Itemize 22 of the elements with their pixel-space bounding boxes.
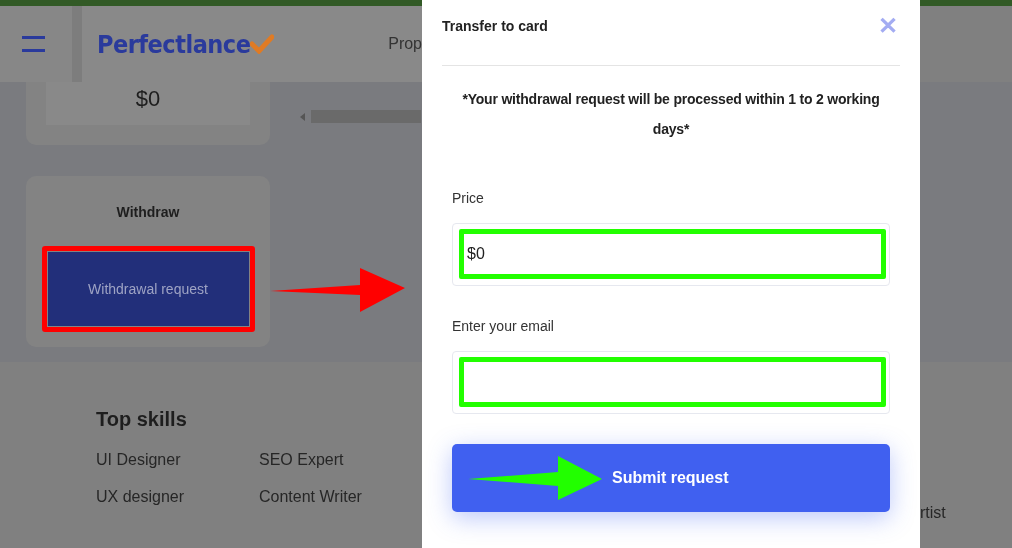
checkmark-icon	[250, 34, 275, 54]
nav-link[interactable]: Prop	[388, 35, 422, 53]
menu-icon[interactable]	[21, 36, 45, 52]
notice-text: *Your withdrawal request will be processed within 1 to 2 working days*	[461, 90, 881, 139]
balance-amount: $0	[135, 86, 161, 113]
logo[interactable]: Perfectlance	[97, 29, 251, 59]
card-title: Withdraw	[116, 204, 180, 220]
submit-button[interactable]: Submit request	[452, 444, 890, 512]
skill-link[interactable]: UX designer	[96, 488, 259, 506]
withdrawal-request-button[interactable]: Withdrawal request	[47, 252, 249, 326]
input-field[interactable]: $0	[452, 223, 890, 286]
skill-link[interactable]: rtist	[920, 504, 946, 521]
dialog-title: Transfer to card	[442, 17, 548, 34]
scroll-left-icon[interactable]	[300, 112, 305, 121]
skill-link[interactable]: UI Designer	[96, 451, 259, 469]
section-heading: Top skills	[96, 408, 188, 431]
field-label: Price	[452, 190, 485, 206]
skill-link[interactable]: Content Writer	[259, 488, 422, 506]
field-label: Enter your email	[452, 318, 555, 334]
skill-link[interactable]: SEO Expert	[259, 451, 422, 469]
close-button[interactable]: ✕	[876, 13, 900, 38]
scrollbar-thumb[interactable]	[311, 110, 421, 123]
